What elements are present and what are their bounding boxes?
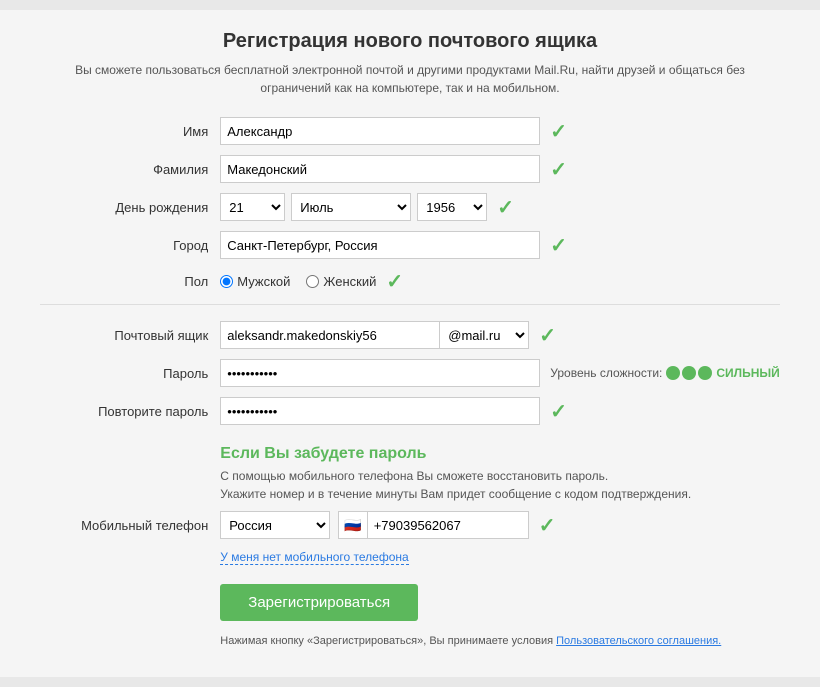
page-title: Регистрация нового почтового ящика (40, 30, 779, 53)
email-field: @mail.ru @inbox.ru @list.ru @bk.ru ✓ (220, 321, 779, 349)
register-button[interactable]: Зарегистрироваться (220, 584, 418, 621)
page-subtitle: Вы сможете пользоваться бесплатной элект… (40, 61, 779, 97)
gender-label: Пол (40, 274, 220, 289)
birthday-field: 21 Июль 1956 ✓ (220, 193, 779, 221)
recovery-text-2: Укажите номер и в течение минуты Вам при… (220, 485, 720, 503)
city-label: Город (40, 238, 220, 253)
phone-input[interactable] (368, 512, 528, 538)
strength-label: СИЛЬНЫЙ (716, 366, 779, 380)
password-input[interactable] (220, 359, 540, 387)
surname-label: Фамилия (40, 162, 220, 177)
surname-field: ✓ (220, 155, 779, 183)
phone-field: Россия 🇷🇺 ✓ (220, 511, 779, 539)
repeat-password-row: Повторите пароль ✓ (40, 397, 779, 425)
name-label: Имя (40, 124, 220, 139)
phone-with-flag: 🇷🇺 (338, 511, 528, 539)
strength-icons (666, 366, 712, 380)
gender-checkmark: ✓ (386, 269, 403, 294)
city-input[interactable] (220, 231, 540, 259)
surname-input[interactable] (220, 155, 540, 183)
email-domain-select[interactable]: @mail.ru @inbox.ru @list.ru @bk.ru (440, 321, 529, 349)
birthday-selects: 21 Июль 1956 (220, 193, 487, 221)
password-row: Пароль Уровень сложности: СИЛЬНЫЙ (40, 359, 779, 387)
recovery-section: Если Вы забудете пароль С помощью мобиль… (220, 445, 779, 503)
gender-row: Пол Мужской Женский ✓ (40, 269, 779, 294)
phone-flag: 🇷🇺 (339, 512, 367, 538)
gender-male-text: Мужской (237, 274, 290, 289)
repeat-password-field: ✓ (220, 397, 779, 425)
email-label: Почтовый ящик (40, 328, 220, 343)
repeat-password-label: Повторите пароль (40, 404, 220, 419)
city-field: ✓ (220, 231, 779, 259)
phone-checkmark: ✓ (539, 513, 556, 538)
name-input[interactable] (220, 117, 540, 145)
gender-female-radio[interactable] (306, 275, 319, 288)
repeat-password-checkmark: ✓ (550, 399, 567, 424)
gender-male-label[interactable]: Мужской (220, 274, 290, 289)
gender-female-label[interactable]: Женский (306, 274, 376, 289)
name-row: Имя ✓ (40, 117, 779, 145)
strength-icon-3 (698, 366, 712, 380)
birthday-month-select[interactable]: Июль (291, 193, 411, 221)
repeat-password-input[interactable] (220, 397, 540, 425)
name-field: ✓ (220, 117, 779, 145)
gender-female-text: Женский (323, 274, 376, 289)
phone-input-group: Россия 🇷🇺 (220, 511, 528, 539)
recovery-title: Если Вы забудете пароль (220, 445, 779, 463)
password-strength: Уровень сложности: СИЛЬНЫЙ (550, 366, 779, 380)
footer-text: Нажимая кнопку «Зарегистрироваться», Вы … (220, 635, 779, 647)
email-input[interactable] (220, 321, 440, 349)
no-phone-row: У меня нет мобильного телефона (220, 549, 779, 564)
page-wrapper: Регистрация нового почтового ящика Вы см… (0, 10, 819, 677)
city-checkmark: ✓ (550, 233, 567, 258)
footer-static-text: Нажимая кнопку «Зарегистрироваться», Вы … (220, 635, 553, 647)
strength-icon-2 (682, 366, 696, 380)
phone-label: Мобильный телефон (40, 518, 220, 533)
phone-country-select[interactable]: Россия (220, 511, 330, 539)
phone-row: Мобильный телефон Россия 🇷🇺 ✓ (40, 511, 779, 539)
recovery-text-1: С помощью мобильного телефона Вы сможете… (220, 467, 720, 485)
password-label: Пароль (40, 366, 220, 381)
divider-1 (40, 304, 779, 305)
no-phone-link[interactable]: У меня нет мобильного телефона (220, 550, 408, 565)
gender-field: Мужской Женский ✓ (220, 269, 779, 294)
birthday-label: День рождения (40, 200, 220, 215)
email-checkmark: ✓ (539, 323, 556, 348)
birthday-row: День рождения 21 Июль 1956 ✓ (40, 193, 779, 221)
email-row: Почтовый ящик @mail.ru @inbox.ru @list.r… (40, 321, 779, 349)
register-btn-row: Зарегистрироваться (220, 584, 779, 621)
surname-row: Фамилия ✓ (40, 155, 779, 183)
surname-checkmark: ✓ (550, 157, 567, 182)
birthday-checkmark: ✓ (497, 195, 514, 220)
footer-link[interactable]: Пользовательского соглашения. (556, 635, 721, 647)
birthday-day-select[interactable]: 21 (220, 193, 285, 221)
gender-male-radio[interactable] (220, 275, 233, 288)
strength-icon-1 (666, 366, 680, 380)
gender-radio-group: Мужской Женский (220, 274, 376, 289)
email-input-group: @mail.ru @inbox.ru @list.ru @bk.ru (220, 321, 529, 349)
name-checkmark: ✓ (550, 119, 567, 144)
strength-text: Уровень сложности: (550, 366, 662, 380)
birthday-year-select[interactable]: 1956 (417, 193, 487, 221)
password-field: Уровень сложности: СИЛЬНЫЙ (220, 359, 779, 387)
city-row: Город ✓ (40, 231, 779, 259)
